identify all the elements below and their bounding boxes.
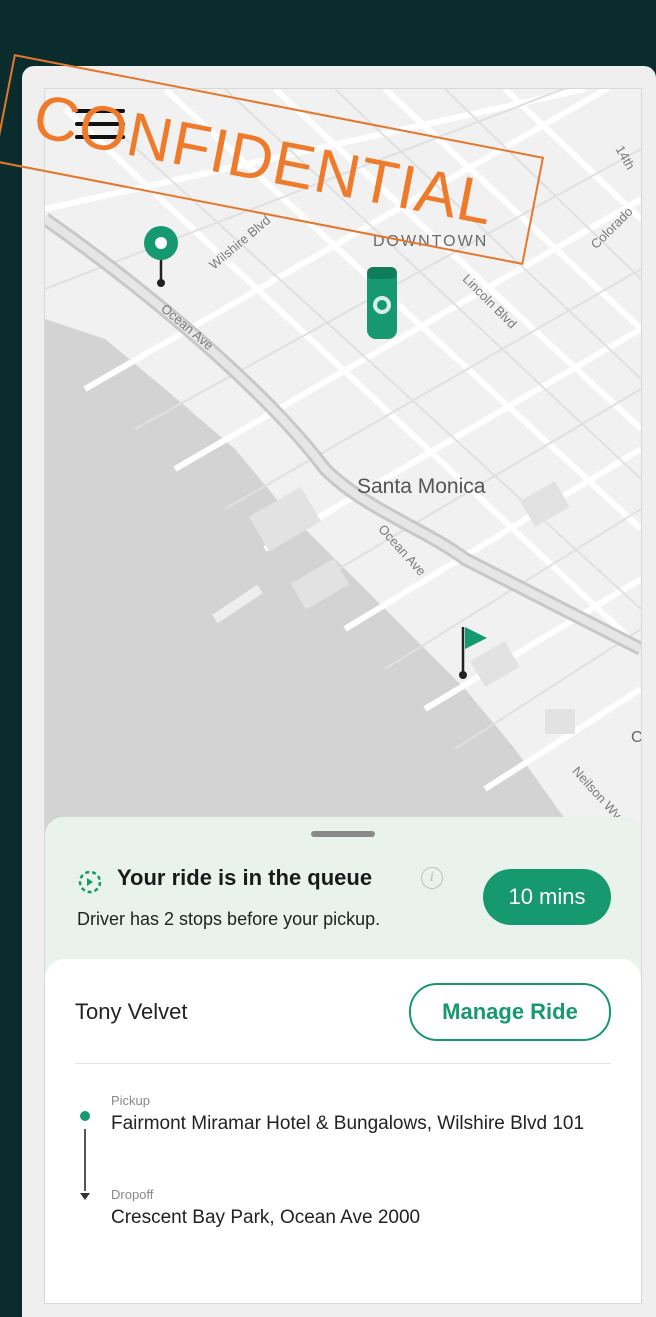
dropoff-address: Crescent Bay Park, Ocean Ave 2000 (111, 1207, 421, 1228)
app-screen: DOWNTOWN Santa Monica Wilshire Blvd Ocea… (44, 88, 642, 1304)
map-label-santa-monica: Santa Monica (357, 475, 486, 498)
manage-ride-button[interactable]: Manage Ride (409, 983, 611, 1041)
dropoff-label: Dropoff (111, 1187, 154, 1202)
info-icon[interactable]: i (421, 867, 443, 889)
pickup-address: Fairmont Miramar Hotel & Bungalows, Wils… (111, 1113, 585, 1134)
sheet-grab-handle[interactable] (311, 831, 375, 837)
queue-clock-icon (78, 870, 102, 894)
map-label-cutoff: C (631, 729, 642, 746)
driver-name: Tony Velvet (75, 999, 188, 1024)
phone-frame: DOWNTOWN Santa Monica Wilshire Blvd Ocea… (22, 66, 656, 1317)
divider (75, 1063, 611, 1064)
queue-status-title: Your ride is in the queue (117, 865, 373, 890)
eta-badge: 10 mins (483, 869, 611, 925)
ride-details-card: Tony Velvet Manage Ride Pickup Fairmont … (45, 959, 641, 1303)
ride-status-sheet: Your ride is in the queue i Driver has 2… (45, 817, 641, 1303)
route-line-icon (80, 1111, 90, 1200)
car-icon[interactable] (367, 267, 397, 339)
queue-status-subtitle: Driver has 2 stops before your pickup. (77, 909, 381, 929)
pickup-label: Pickup (111, 1093, 151, 1108)
